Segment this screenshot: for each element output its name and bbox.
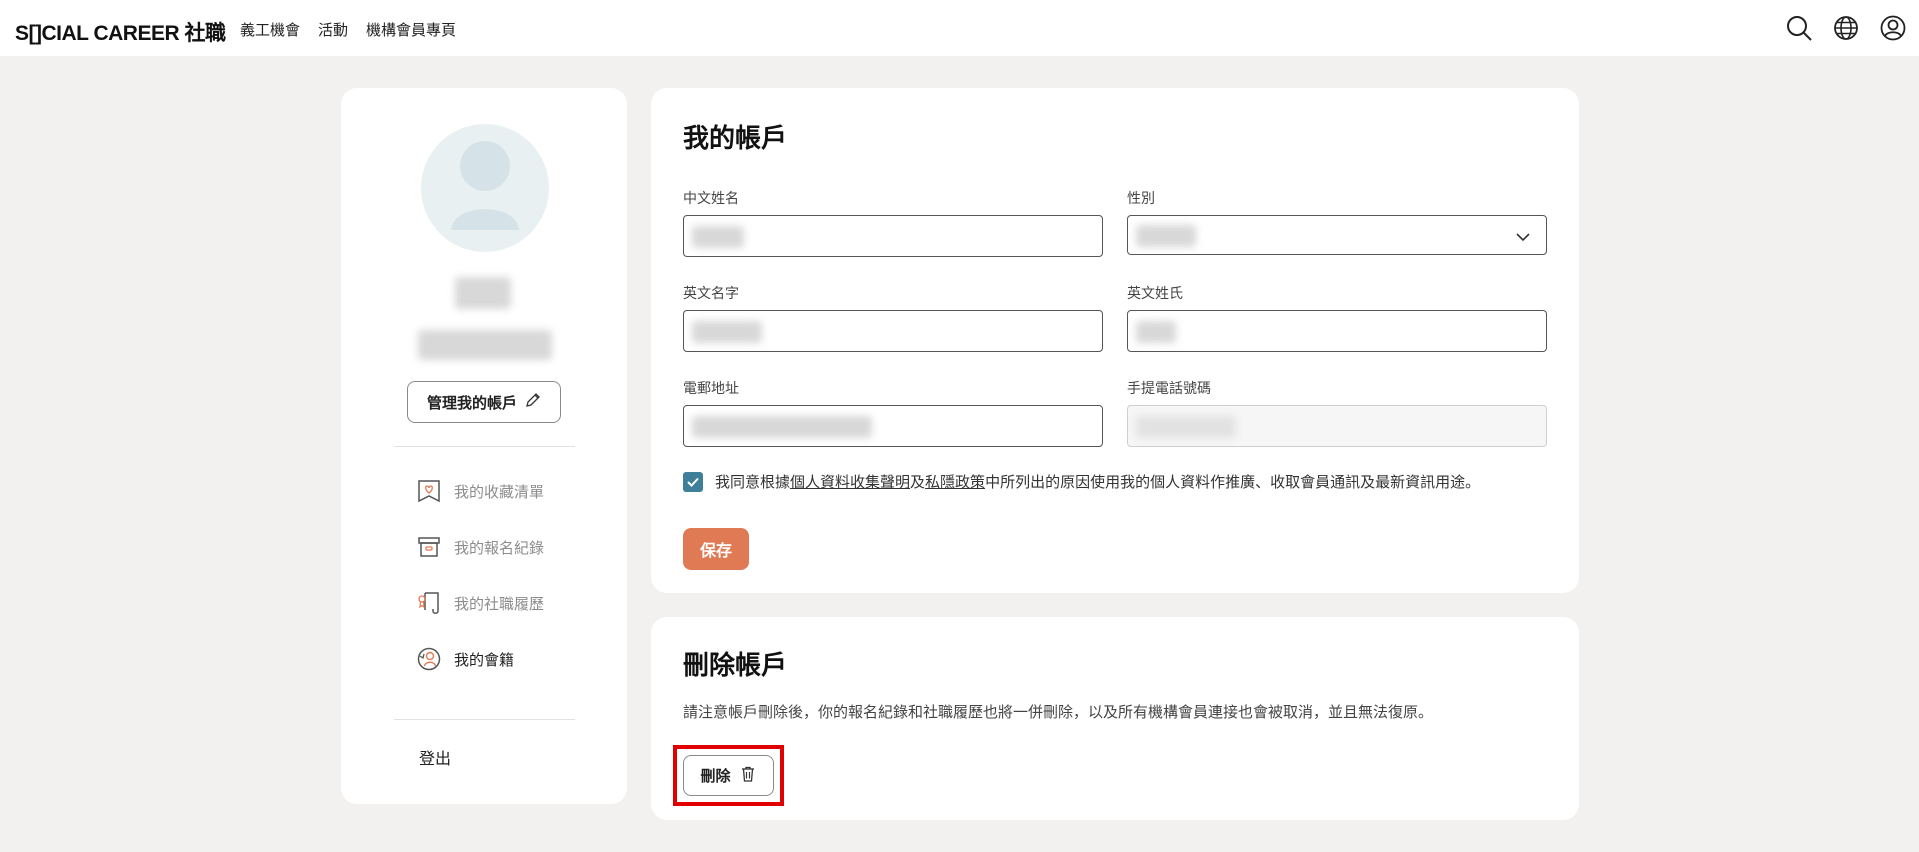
sidebar-divider-top bbox=[394, 446, 575, 447]
membership-badge-icon bbox=[416, 646, 442, 672]
english-last-name-label: 英文姓氏 bbox=[1127, 286, 1183, 302]
sidebar-item-label: 我的會籍 bbox=[454, 650, 515, 669]
gender-label: 性別 bbox=[1127, 191, 1155, 207]
profile-email-redacted bbox=[418, 330, 552, 360]
privacy-policy-link[interactable]: 私隱政策 bbox=[925, 473, 985, 491]
english-last-name-value-redacted bbox=[1136, 321, 1176, 343]
consent-and: 及 bbox=[910, 473, 926, 491]
mobile-phone-label: 手提電話號碼 bbox=[1127, 381, 1211, 397]
consent-text: 我同意根據個人資料收集聲明及私隱政策中所列出的原因使用我的個人資料作推廣、收取會… bbox=[715, 471, 1480, 492]
gender-value-redacted bbox=[1136, 225, 1196, 247]
english-first-name-label: 英文名字 bbox=[683, 286, 739, 302]
save-button[interactable]: 保存 bbox=[683, 528, 749, 570]
gender-select[interactable] bbox=[1127, 215, 1547, 255]
consent-suffix: 中所列出的原因使用我的個人資料作推廣、收取會員通訊及最新資訊用途。 bbox=[985, 473, 1481, 491]
sidebar-item-favorites[interactable]: 我的收藏清單 bbox=[416, 478, 544, 504]
archive-box-icon bbox=[416, 534, 442, 560]
sidebar-item-resume[interactable]: 我的社職履歷 bbox=[416, 590, 544, 616]
delete-account-warning: 請注意帳戶刪除後，你的報名紀錄和社職履歷也將一併刪除，以及所有機構會員連接也會被… bbox=[683, 703, 1434, 721]
nav-events[interactable]: 活動 bbox=[318, 19, 348, 40]
globe-icon[interactable] bbox=[1832, 14, 1860, 42]
delete-account-button[interactable]: 刪除 bbox=[683, 755, 774, 796]
chinese-name-label: 中文姓名 bbox=[683, 191, 739, 207]
chinese-name-value-redacted bbox=[692, 226, 744, 248]
top-navigation-bar: S[]CIAL CAREER 社職 義工機會 活動 機構會員專頁 bbox=[0, 0, 1919, 56]
checkmark-icon bbox=[687, 477, 699, 487]
pencil-icon bbox=[525, 392, 541, 412]
resume-scroll-icon bbox=[416, 590, 442, 616]
sidebar-divider-bottom bbox=[394, 719, 575, 720]
user-icon[interactable] bbox=[1879, 14, 1907, 42]
logout-link[interactable]: 登出 bbox=[419, 745, 451, 769]
sidebar-item-label: 我的收藏清單 bbox=[454, 482, 545, 501]
delete-account-card: 刪除帳戶 請注意帳戶刪除後，你的報名紀錄和社職履歷也將一併刪除，以及所有機構會員… bbox=[651, 617, 1579, 820]
search-icon[interactable] bbox=[1785, 14, 1813, 42]
email-value-redacted bbox=[692, 416, 872, 438]
personal-data-statement-link[interactable]: 個人資料收集聲明 bbox=[790, 473, 910, 491]
site-logo[interactable]: S[]CIAL CAREER 社職 bbox=[15, 17, 226, 47]
delete-label: 刪除 bbox=[700, 767, 731, 785]
consent-prefix: 我同意根據 bbox=[715, 473, 791, 491]
bookmark-heart-icon bbox=[416, 478, 442, 504]
consent-row: 我同意根據個人資料收集聲明及私隱政策中所列出的原因使用我的個人資料作推廣、收取會… bbox=[683, 471, 1480, 492]
english-first-name-field[interactable] bbox=[683, 310, 1103, 352]
email-field[interactable] bbox=[683, 405, 1103, 447]
nav-volunteer-opportunities[interactable]: 義工機會 bbox=[240, 19, 300, 40]
mobile-phone-value-redacted bbox=[1136, 416, 1236, 438]
my-account-title: 我的帳戶 bbox=[683, 124, 788, 154]
sidebar-item-membership[interactable]: 我的會籍 bbox=[416, 646, 514, 672]
profile-name-redacted bbox=[455, 277, 511, 309]
sidebar-item-label: 我的社職履歷 bbox=[454, 594, 545, 613]
chinese-name-field[interactable] bbox=[683, 215, 1103, 257]
english-last-name-field[interactable] bbox=[1127, 310, 1547, 352]
sidebar-item-registrations[interactable]: 我的報名紀錄 bbox=[416, 534, 544, 560]
avatar bbox=[421, 124, 549, 252]
sidebar-item-label: 我的報名紀錄 bbox=[454, 538, 545, 557]
english-first-name-value-redacted bbox=[692, 321, 762, 343]
trash-icon bbox=[739, 765, 757, 787]
main-nav: 義工機會 活動 機構會員專頁 bbox=[240, 19, 456, 40]
mobile-phone-field[interactable] bbox=[1127, 405, 1547, 447]
consent-checkbox[interactable] bbox=[683, 471, 703, 492]
nav-organization-members[interactable]: 機構會員專頁 bbox=[366, 19, 456, 40]
delete-account-title: 刪除帳戶 bbox=[683, 651, 788, 681]
header-actions bbox=[1785, 14, 1907, 42]
manage-account-label: 管理我的帳戶 bbox=[426, 393, 517, 412]
manage-account-button[interactable]: 管理我的帳戶 bbox=[407, 381, 561, 423]
my-account-card: 我的帳戶 中文姓名 性別 英文名字 英文姓氏 電郵地址 手提電話號碼 我同意根據… bbox=[651, 88, 1579, 593]
profile-sidebar: 管理我的帳戶 我的收藏清單 我的報名紀錄 我的社職履歷 我的會籍 登出 bbox=[341, 88, 627, 804]
chevron-down-icon bbox=[1514, 228, 1532, 246]
email-label: 電郵地址 bbox=[683, 381, 739, 397]
